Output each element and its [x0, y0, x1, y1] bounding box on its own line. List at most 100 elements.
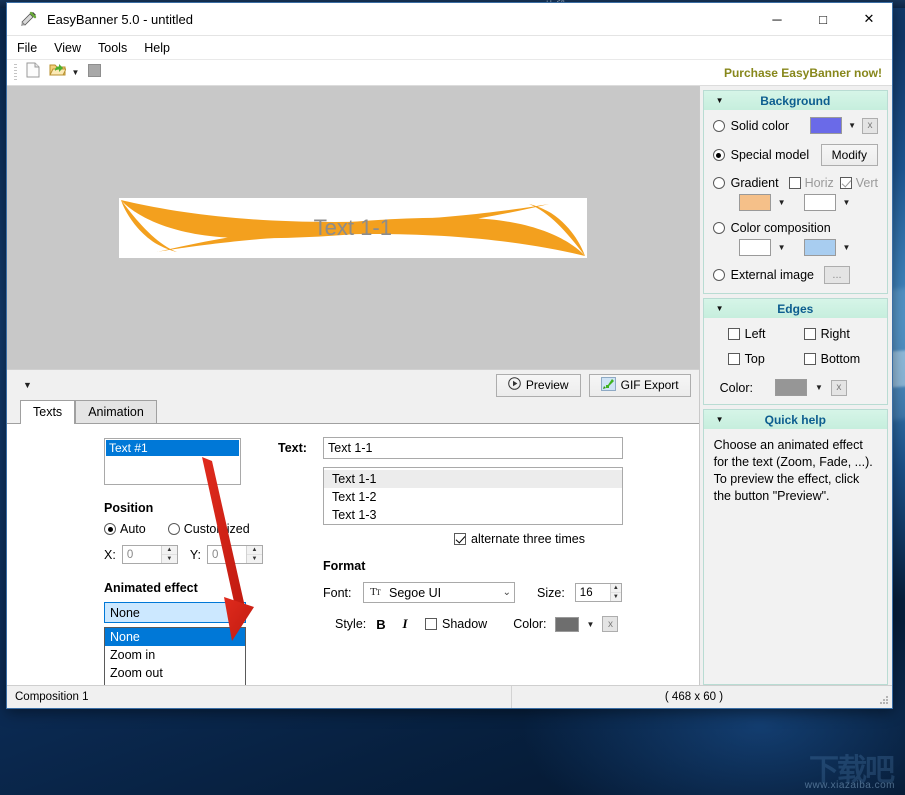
chevron-down-icon[interactable]: ▼ — [778, 198, 786, 207]
edge-top-option[interactable]: Top — [727, 352, 804, 366]
effect-option[interactable]: Letter by letter — [105, 682, 245, 685]
composition-color1-swatch[interactable] — [738, 239, 771, 256]
preview-button[interactable]: Preview — [495, 373, 581, 397]
chevron-down-icon[interactable]: ▼ — [778, 243, 786, 252]
position-x-spin-up[interactable]: ▲ — [161, 546, 177, 555]
position-y-spin-down[interactable]: ▼ — [247, 555, 262, 563]
font-size-spin-buttons[interactable]: ▲ ▼ — [609, 584, 621, 601]
toolbar-grip[interactable] — [14, 63, 17, 82]
minimize-button[interactable]: ─ — [754, 3, 800, 35]
solid-color-clear-button[interactable]: x — [862, 117, 878, 134]
new-document-button[interactable] — [21, 62, 45, 83]
shadow-label: Shadow — [442, 617, 488, 631]
shadow-checkbox[interactable] — [425, 618, 437, 630]
edges-color-swatch[interactable] — [774, 379, 807, 396]
text-input[interactable] — [323, 437, 623, 459]
text-line-item[interactable]: Text 1-3 — [324, 506, 622, 524]
bold-button[interactable]: B — [373, 615, 389, 633]
text-items-list[interactable]: Text #1 — [104, 438, 241, 485]
collapse-caret-icon[interactable]: ▼ — [23, 380, 32, 390]
banner-preview[interactable]: Text 1-1 — [118, 197, 587, 258]
gradient-radio[interactable] — [712, 177, 725, 189]
position-auto-radio[interactable] — [104, 523, 116, 535]
solid-color-swatch[interactable] — [810, 117, 843, 134]
gif-export-button[interactable]: GIF Export — [588, 373, 691, 397]
text-color-clear-button[interactable]: x — [602, 616, 619, 632]
position-customized-radio[interactable] — [167, 523, 180, 535]
toolbar-dropdown-caret[interactable]: ▼ — [69, 62, 82, 83]
chevron-down-icon[interactable]: ▼ — [843, 198, 851, 207]
chevron-down-icon[interactable]: ▼ — [815, 383, 823, 392]
shadow-option[interactable]: Shadow — [425, 617, 487, 631]
effect-option[interactable]: None — [105, 628, 245, 646]
font-size-spin-down[interactable]: ▼ — [611, 593, 621, 601]
solid-color-radio[interactable] — [712, 119, 725, 132]
position-y-stepper[interactable]: ▲ ▼ — [206, 545, 263, 564]
menu-tools[interactable]: Tools — [91, 39, 134, 57]
text-color-swatch[interactable] — [554, 616, 579, 632]
menu-file[interactable]: File — [10, 39, 44, 57]
tab-animation[interactable]: Animation — [75, 400, 157, 423]
italic-button[interactable]: I — [397, 615, 413, 633]
animated-effect-dropdown[interactable]: None Zoom in Zoom out Letter by letter F… — [104, 627, 246, 685]
edge-bottom-option[interactable]: Bottom — [803, 352, 881, 366]
edge-right-checkbox[interactable] — [803, 328, 816, 340]
chevron-down-icon[interactable]: ▼ — [587, 620, 595, 629]
banner-canvas-area[interactable]: Text 1-1 — [7, 86, 699, 369]
gradient-color1-swatch[interactable] — [738, 194, 771, 211]
external-image-browse-button[interactable]: ... — [824, 266, 850, 284]
edges-panel-header[interactable]: ▼ Edges — [703, 299, 887, 318]
position-customized-option[interactable]: Customized — [167, 522, 250, 536]
gradient-horiz-option[interactable]: Horiz — [788, 176, 834, 190]
effect-option[interactable]: Zoom out — [105, 664, 245, 682]
animated-effect-combobox[interactable]: None ⌄ — [104, 602, 246, 623]
position-x-stepper[interactable]: ▲ ▼ — [121, 545, 178, 564]
color-composition-radio[interactable] — [712, 222, 725, 234]
position-x-input[interactable] — [122, 546, 161, 563]
position-x-spin-down[interactable]: ▼ — [162, 555, 177, 563]
font-size-spin-up[interactable]: ▲ — [610, 584, 621, 593]
resize-grip[interactable] — [876, 686, 892, 708]
open-file-button[interactable] — [45, 62, 69, 83]
gradient-horiz-checkbox[interactable] — [788, 177, 801, 189]
text-lines-list[interactable]: Text 1-1 Text 1-2 Text 1-3 — [323, 467, 623, 525]
edge-top-checkbox[interactable] — [727, 353, 740, 365]
composition-color2-swatch[interactable] — [803, 239, 836, 256]
font-size-input[interactable] — [575, 584, 610, 601]
font-combobox[interactable]: T T Segoe UI ⌄ — [363, 582, 515, 603]
modify-button[interactable]: Modify — [820, 144, 878, 166]
effect-option[interactable]: Zoom in — [105, 646, 245, 664]
edges-color-clear-button[interactable]: x — [830, 379, 847, 396]
position-y-spin-buttons[interactable]: ▲ ▼ — [245, 546, 262, 563]
purchase-link[interactable]: Purchase EasyBanner now! — [724, 66, 882, 80]
close-button[interactable]: ✕ — [846, 3, 892, 35]
position-y-input[interactable] — [207, 546, 246, 563]
quick-help-panel-header[interactable]: ▼ Quick help — [703, 410, 887, 429]
gradient-vert-option[interactable]: Vert — [839, 176, 878, 190]
save-button[interactable] — [82, 62, 106, 83]
tab-texts[interactable]: Texts — [20, 400, 76, 424]
font-size-stepper[interactable]: ▲ ▼ — [574, 583, 622, 602]
special-model-radio[interactable] — [712, 149, 725, 161]
position-y-spin-up[interactable]: ▲ — [246, 546, 262, 555]
edge-bottom-checkbox[interactable] — [803, 353, 816, 365]
edge-left-option[interactable]: Left — [727, 327, 804, 341]
chevron-down-icon[interactable]: ▼ — [848, 121, 856, 130]
background-panel-header[interactable]: ▼ Background — [703, 91, 887, 110]
external-image-radio[interactable] — [712, 269, 725, 281]
alternate-three-times-row[interactable]: alternate three times — [454, 532, 638, 546]
text-line-item[interactable]: Text 1-2 — [324, 488, 622, 506]
menu-view[interactable]: View — [47, 39, 88, 57]
position-auto-option[interactable]: Auto — [104, 522, 146, 536]
maximize-button[interactable]: □ — [800, 3, 846, 35]
menu-help[interactable]: Help — [137, 39, 177, 57]
alternate-three-times-checkbox[interactable] — [454, 533, 466, 545]
text-item-selected[interactable]: Text #1 — [106, 440, 239, 456]
position-x-spin-buttons[interactable]: ▲ ▼ — [160, 546, 177, 563]
gradient-color2-swatch[interactable] — [803, 194, 836, 211]
text-line-item[interactable]: Text 1-1 — [324, 470, 622, 488]
gradient-vert-checkbox[interactable] — [839, 177, 852, 189]
edge-right-option[interactable]: Right — [803, 327, 881, 341]
chevron-down-icon[interactable]: ▼ — [843, 243, 851, 252]
edge-left-checkbox[interactable] — [727, 328, 740, 340]
